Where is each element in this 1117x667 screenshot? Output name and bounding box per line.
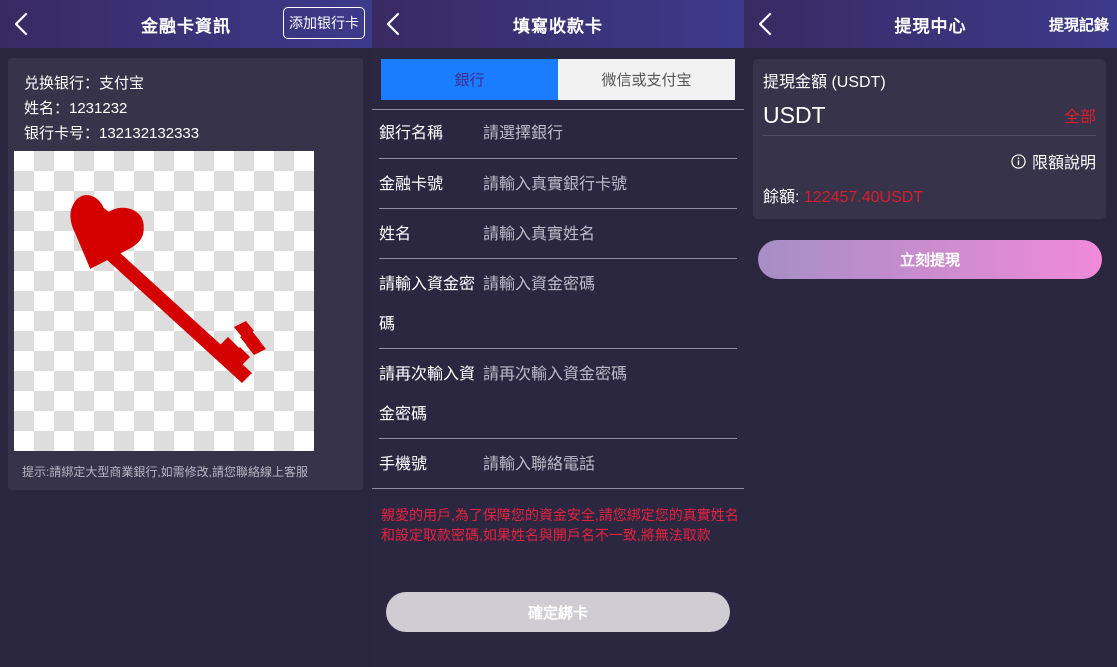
confirm-password-label-line2: 金密碼 xyxy=(379,406,428,423)
confirm-password-field: 請再次輸入資 金密碼 xyxy=(379,355,737,435)
card-number-input[interactable] xyxy=(483,165,733,205)
fund-password-label-line1: 請輸入資金密 xyxy=(379,276,476,293)
bind-card-screen: 填寫收款卡 銀行 微信或支付宝 銀行名稱 金融卡號 姓名 請輸入資金密 碼 請再… xyxy=(372,0,744,667)
fund-password-input[interactable] xyxy=(483,265,733,305)
divider xyxy=(379,438,737,439)
withdraw-history-link[interactable]: 提現記錄 xyxy=(1049,14,1109,35)
real-name-input[interactable] xyxy=(483,215,733,255)
header: 提現中心 提現記錄 xyxy=(744,0,1117,48)
withdraw-screen: 提現中心 提現記錄 提現金額 (USDT) 全部 限額說明 餘額: 122457… xyxy=(744,0,1117,667)
balance-line: 餘額: 122457.40USDT xyxy=(763,183,923,207)
bank-name-line: 兑换银行：支付宝 xyxy=(24,75,145,92)
bank-info-screen: 金融卡資訊 添加银行卡 兑换银行：支付宝 姓名：1231232 银行卡号：132… xyxy=(0,0,372,667)
qr-code-image xyxy=(14,151,314,451)
confirm-bind-button[interactable]: 確定綁卡 xyxy=(386,592,730,632)
tab-bank[interactable]: 銀行 xyxy=(381,59,558,100)
chevron-left-icon xyxy=(14,12,28,36)
card-number-field: 金融卡號 xyxy=(379,165,737,205)
info-icon xyxy=(1011,153,1026,169)
divider xyxy=(379,258,737,259)
bank-name-field: 銀行名稱 xyxy=(379,114,737,154)
limit-info-link[interactable]: 限額說明 xyxy=(1011,149,1096,173)
fund-password-field: 請輸入資金密 碼 xyxy=(379,265,737,345)
page-title: 金融卡資訊 xyxy=(141,16,231,36)
balance-label: 餘額: xyxy=(763,189,800,206)
heart-key-icon xyxy=(70,195,266,383)
divider xyxy=(379,158,737,159)
phone-field: 手機號 xyxy=(379,445,737,485)
fund-password-label-line2: 碼 xyxy=(379,316,396,333)
page-title: 填寫收款卡 xyxy=(513,16,603,36)
confirm-password-input[interactable] xyxy=(483,355,733,395)
divider xyxy=(372,109,744,110)
withdraw-all-link[interactable]: 全部 xyxy=(1064,103,1096,127)
bank-name-label: 銀行名稱 xyxy=(379,125,444,142)
bank-card-info: 兑换银行：支付宝 姓名：1231232 银行卡号：132132132333 提示… xyxy=(8,58,363,490)
header: 填寫收款卡 xyxy=(372,0,744,48)
phone-label: 手機號 xyxy=(379,456,428,473)
bind-hint: 提示:請綁定大型商業銀行,如需修改,請您聯絡線上客服 xyxy=(22,465,309,479)
back-button[interactable] xyxy=(754,10,778,38)
add-bank-card-button[interactable]: 添加银行卡 xyxy=(283,7,365,39)
card-number-label: 金融卡號 xyxy=(379,176,444,193)
header: 金融卡資訊 添加银行卡 xyxy=(0,0,372,48)
amount-label: 提現金額 (USDT) xyxy=(763,74,886,91)
real-name-field: 姓名 xyxy=(379,215,737,255)
withdraw-now-button[interactable]: 立刻提現 xyxy=(758,240,1102,279)
balance-value: 122457.40USDT xyxy=(803,189,924,206)
chevron-left-icon xyxy=(758,12,772,36)
divider xyxy=(379,348,737,349)
divider xyxy=(372,488,744,489)
withdraw-card: 提現金額 (USDT) 全部 限額說明 餘額: 122457.40USDT xyxy=(753,59,1106,219)
chevron-left-icon xyxy=(386,12,400,36)
phone-input[interactable] xyxy=(483,445,733,485)
security-warning: 親愛的用戶,為了保障您的資金安全,請您綁定您的真實姓名和設定取款密碼,如果姓名與… xyxy=(381,507,739,543)
holder-name-line: 姓名：1231232 xyxy=(24,100,128,117)
real-name-label: 姓名 xyxy=(379,226,412,243)
account-type-tabs: 銀行 微信或支付宝 xyxy=(381,59,735,100)
limit-info-label: 限額說明 xyxy=(1031,155,1096,172)
bank-name-input[interactable] xyxy=(483,114,733,154)
back-button[interactable] xyxy=(10,10,34,38)
tab-wechat-alipay[interactable]: 微信或支付宝 xyxy=(558,59,735,100)
card-number-line: 银行卡号：132132132333 xyxy=(24,125,200,142)
back-button[interactable] xyxy=(382,10,406,38)
amount-input[interactable] xyxy=(763,98,1003,132)
page-title: 提現中心 xyxy=(894,16,967,36)
confirm-password-label-line1: 請再次輸入資 xyxy=(379,366,476,383)
divider xyxy=(379,208,737,209)
divider xyxy=(763,135,1096,136)
